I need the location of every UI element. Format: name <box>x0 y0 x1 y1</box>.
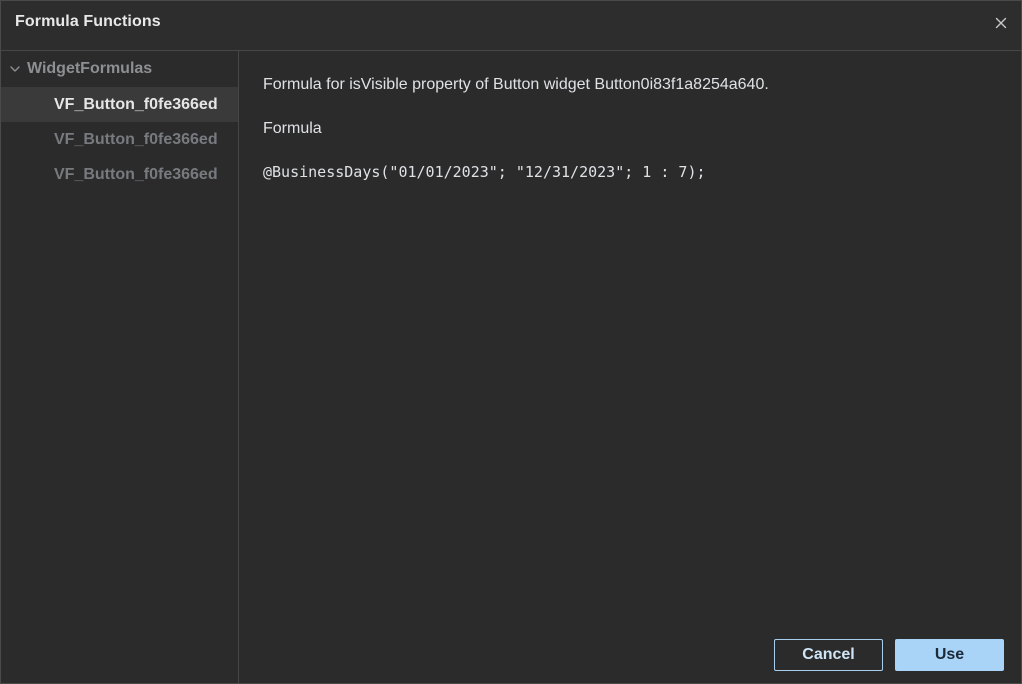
tree-node-widget-formulas[interactable]: WidgetFormulas <box>1 51 238 87</box>
dialog-title: Formula Functions <box>15 13 161 30</box>
close-button[interactable] <box>991 13 1011 33</box>
chevron-down-icon <box>10 66 20 72</box>
tree-node-label: WidgetFormulas <box>27 60 153 77</box>
title-bar: Formula Functions <box>1 1 1021 51</box>
tree-item-formula[interactable]: VF_Button_f0fe366ed <box>1 157 238 192</box>
use-button[interactable]: Use <box>895 639 1004 671</box>
formula-description: Formula for isVisible property of Button… <box>263 76 769 93</box>
close-icon <box>995 17 1007 29</box>
formula-code: @BusinessDays("01/01/2023"; "12/31/2023"… <box>263 163 706 181</box>
formula-detail-pane: Formula for isVisible property of Button… <box>239 51 1021 683</box>
formula-label: Formula <box>263 120 322 137</box>
cancel-button[interactable]: Cancel <box>774 639 883 671</box>
formula-tree: WidgetFormulas VF_Button_f0fe366ed VF_Bu… <box>1 51 239 683</box>
tree-item-formula[interactable]: VF_Button_f0fe366ed <box>1 87 238 122</box>
formula-functions-dialog: Formula Functions WidgetFormulas VF_Butt… <box>0 0 1022 684</box>
tree-item-formula[interactable]: VF_Button_f0fe366ed <box>1 122 238 157</box>
